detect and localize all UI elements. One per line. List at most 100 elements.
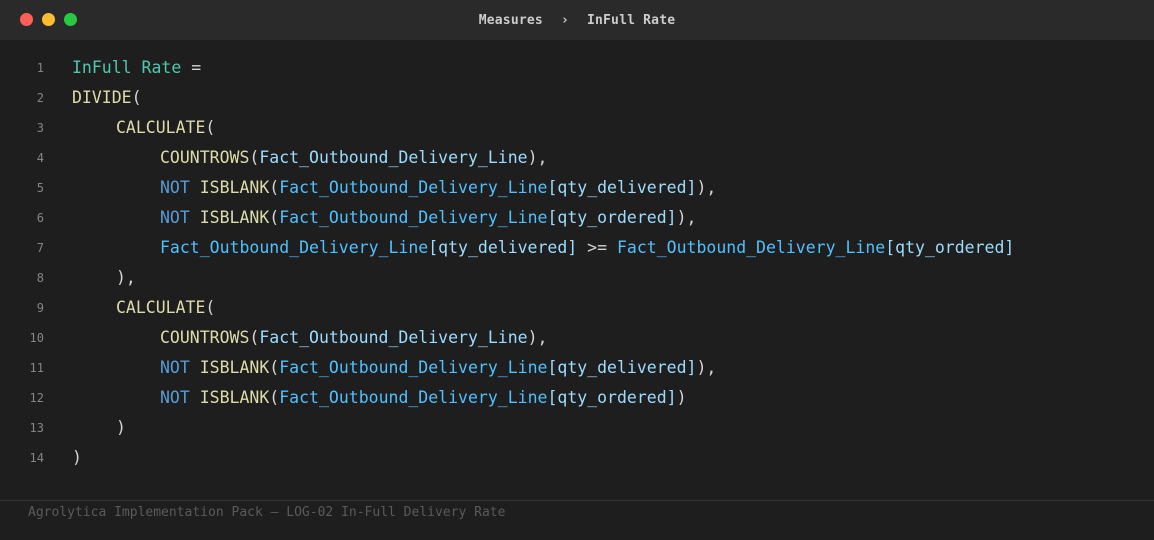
- code-editor[interactable]: 1 InFull Rate = 2 DIVIDE(3 CALCULATE(4 COUNTR…: [0, 53, 1154, 473]
- code-text[interactable]: NOT ISBLANK(Fact_Outbound_Delivery_Line[…: [72, 383, 687, 413]
- code-token: ),: [696, 358, 717, 377]
- code-line[interactable]: 10 COUNTROWS(Fact_Outbound_Delivery_Line)…: [0, 323, 1154, 353]
- code-token: Fact_Outbound_Delivery_Line: [279, 358, 548, 377]
- code-token: Fact_Outbound_Delivery_Line: [259, 328, 528, 347]
- code-line[interactable]: 4 COUNTROWS(Fact_Outbound_Delivery_Line),: [0, 143, 1154, 173]
- code-token: ),: [527, 148, 548, 167]
- window-title: Measures › InFull Rate: [0, 0, 1154, 40]
- code-token: COUNTROWS: [160, 148, 250, 167]
- line-number: 9: [36, 301, 44, 315]
- line-number: 5: [36, 181, 44, 195]
- footer-caption: Agrolytica Implementation Pack — LOG-02 …: [28, 505, 506, 520]
- code-token: CALCULATE: [116, 298, 206, 317]
- footer-divider: [0, 500, 1154, 501]
- code-token: =: [181, 58, 202, 77]
- code-text[interactable]: NOT ISBLANK(Fact_Outbound_Delivery_Line[…: [72, 173, 716, 203]
- line-number: 13: [29, 421, 44, 435]
- code-token: ): [116, 418, 126, 437]
- code-token: InFull Rate: [72, 58, 182, 77]
- code-token: [qty_ordered]: [885, 238, 1015, 257]
- breadcrumb-separator-icon: ›: [560, 12, 569, 28]
- code-token: ISBLANK: [199, 358, 270, 377]
- code-token: (: [249, 328, 260, 347]
- code-token: ),: [696, 178, 717, 197]
- line-number: 2: [36, 91, 44, 105]
- code-text[interactable]: DIVIDE(: [72, 83, 142, 113]
- code-token: [qty_ordered]: [547, 208, 677, 227]
- code-line[interactable]: 14): [0, 443, 1154, 473]
- code-line[interactable]: 12 NOT ISBLANK(Fact_Outbound_Delivery_Lin…: [0, 383, 1154, 413]
- code-text[interactable]: InFull Rate =: [72, 53, 201, 83]
- code-token: ),: [116, 268, 136, 287]
- code-token: (: [249, 148, 260, 167]
- code-token: Fact_Outbound_Delivery_Line: [279, 388, 548, 407]
- code-line[interactable]: 2 DIVIDE(: [0, 83, 1154, 113]
- code-token: [qty_delivered]: [547, 358, 697, 377]
- breadcrumb-measures[interactable]: Measures: [479, 13, 543, 28]
- code-token: NOT: [160, 388, 190, 407]
- code-token: ISBLANK: [199, 208, 270, 227]
- line-number: 6: [36, 211, 44, 225]
- code-text[interactable]: ): [72, 443, 82, 473]
- line-number: 10: [29, 331, 44, 345]
- line-number: 4: [36, 151, 44, 165]
- code-line[interactable]: 7 Fact_Outbound_Delivery_Line[qty_deliver…: [0, 233, 1154, 263]
- code-text[interactable]: NOT ISBLANK(Fact_Outbound_Delivery_Line[…: [72, 353, 716, 383]
- breadcrumb-current-measure: InFull Rate: [586, 12, 676, 28]
- code-token: CALCULATE: [116, 118, 206, 137]
- code-token: (: [269, 178, 280, 197]
- line-number: 8: [36, 271, 44, 285]
- code-text[interactable]: Fact_Outbound_Delivery_Line[qty_delivere…: [72, 233, 1014, 263]
- code-token: Fact_Outbound_Delivery_Line: [160, 238, 429, 257]
- code-line[interactable]: 11 NOT ISBLANK(Fact_Outbound_Delivery_Lin…: [0, 353, 1154, 383]
- code-token: ),: [527, 328, 548, 347]
- title-bar: Measures › InFull Rate: [0, 0, 1154, 40]
- code-text[interactable]: ): [72, 413, 126, 443]
- code-token: NOT: [160, 208, 190, 227]
- code-token: (: [269, 358, 280, 377]
- code-token: COUNTROWS: [160, 328, 250, 347]
- code-line[interactable]: 9 CALCULATE(: [0, 293, 1154, 323]
- code-token: (: [269, 388, 280, 407]
- code-text[interactable]: COUNTROWS(Fact_Outbound_Delivery_Line),: [72, 323, 547, 353]
- code-token: NOT: [160, 178, 190, 197]
- code-token: Fact_Outbound_Delivery_Line: [279, 208, 548, 227]
- code-line[interactable]: 5 NOT ISBLANK(Fact_Outbound_Delivery_Line…: [0, 173, 1154, 203]
- code-text[interactable]: ),: [72, 263, 136, 293]
- code-token: ),: [676, 208, 697, 227]
- line-number: 1: [36, 61, 44, 75]
- code-token: ): [676, 388, 687, 407]
- code-text[interactable]: NOT ISBLANK(Fact_Outbound_Delivery_Line[…: [72, 203, 696, 233]
- code-token: Fact_Outbound_Delivery_Line: [279, 178, 548, 197]
- code-token: ): [72, 448, 82, 467]
- code-text[interactable]: CALCULATE(: [72, 113, 215, 143]
- code-token: [qty_delivered]: [428, 238, 578, 257]
- code-token: ISBLANK: [199, 178, 270, 197]
- code-token: (: [269, 208, 280, 227]
- code-line[interactable]: 1 InFull Rate =: [0, 53, 1154, 83]
- code-token: [qty_delivered]: [547, 178, 697, 197]
- code-line[interactable]: 3 CALCULATE(: [0, 113, 1154, 143]
- line-number: 12: [29, 391, 44, 405]
- code-line[interactable]: 8),: [0, 263, 1154, 293]
- code-token: NOT: [160, 358, 190, 377]
- code-token: DIVIDE: [72, 88, 132, 107]
- code-text[interactable]: CALCULATE(: [72, 293, 215, 323]
- code-token: Fact_Outbound_Delivery_Line: [616, 238, 886, 257]
- code-token: ISBLANK: [199, 388, 270, 407]
- line-number: 7: [36, 241, 44, 255]
- code-token: >=: [577, 238, 617, 257]
- code-token: (: [131, 88, 142, 107]
- line-number: 11: [29, 361, 44, 375]
- code-token: (: [205, 118, 216, 137]
- code-token: Fact_Outbound_Delivery_Line: [259, 148, 528, 167]
- code-line[interactable]: 6 NOT ISBLANK(Fact_Outbound_Delivery_Line…: [0, 203, 1154, 233]
- code-text[interactable]: COUNTROWS(Fact_Outbound_Delivery_Line),: [72, 143, 547, 173]
- code-line[interactable]: 13): [0, 413, 1154, 443]
- code-token: [qty_ordered]: [547, 388, 677, 407]
- code-token: (: [205, 298, 216, 317]
